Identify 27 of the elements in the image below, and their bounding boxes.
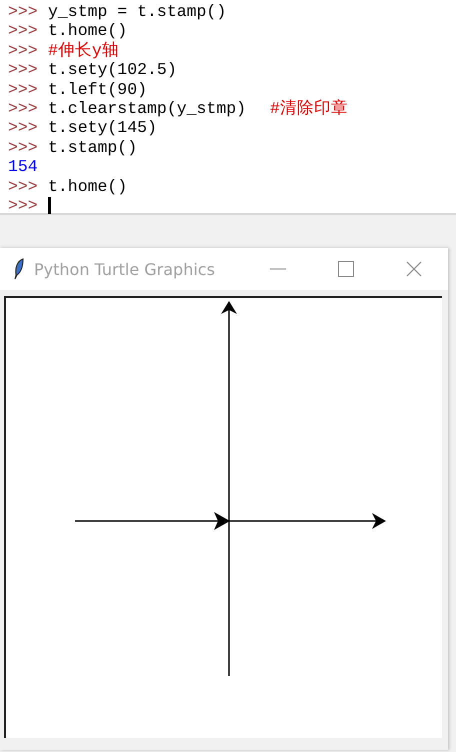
code-text: t.sety(145): [48, 118, 157, 138]
feather-icon: [14, 258, 24, 280]
code-text: t.home(): [48, 176, 128, 196]
prompt: >>>: [8, 60, 39, 80]
code-text: t.sety(102.5): [48, 60, 177, 80]
code-text: t.stamp(): [48, 138, 138, 158]
prompt: >>>: [8, 118, 39, 138]
maximize-icon: [338, 261, 354, 277]
prompt: >>>: [8, 40, 39, 60]
prompt: >>>: [8, 80, 39, 99]
code-text: y_stmp = t.stamp(): [48, 2, 226, 22]
prompt: >>>: [8, 21, 39, 41]
turtle-arrow-icon: [214, 512, 230, 530]
prompt: >>>: [8, 2, 39, 22]
prompt: >>>: [8, 196, 39, 216]
output-text: 154: [8, 157, 38, 177]
prompt: >>>: [8, 98, 39, 118]
close-icon: [406, 261, 422, 277]
minimize-icon: [270, 268, 286, 270]
prompt: >>>: [8, 138, 39, 158]
window-title: Python Turtle Graphics: [34, 260, 216, 278]
comment-text: #清除印章: [270, 98, 348, 118]
prompt: >>>: [8, 176, 39, 196]
code-text: t.clearstamp(y_stmp): [48, 98, 246, 118]
code-text: t.home(): [48, 21, 128, 41]
comment-text: #伸长y轴: [48, 40, 119, 60]
code-text: t.left(90): [48, 80, 148, 99]
